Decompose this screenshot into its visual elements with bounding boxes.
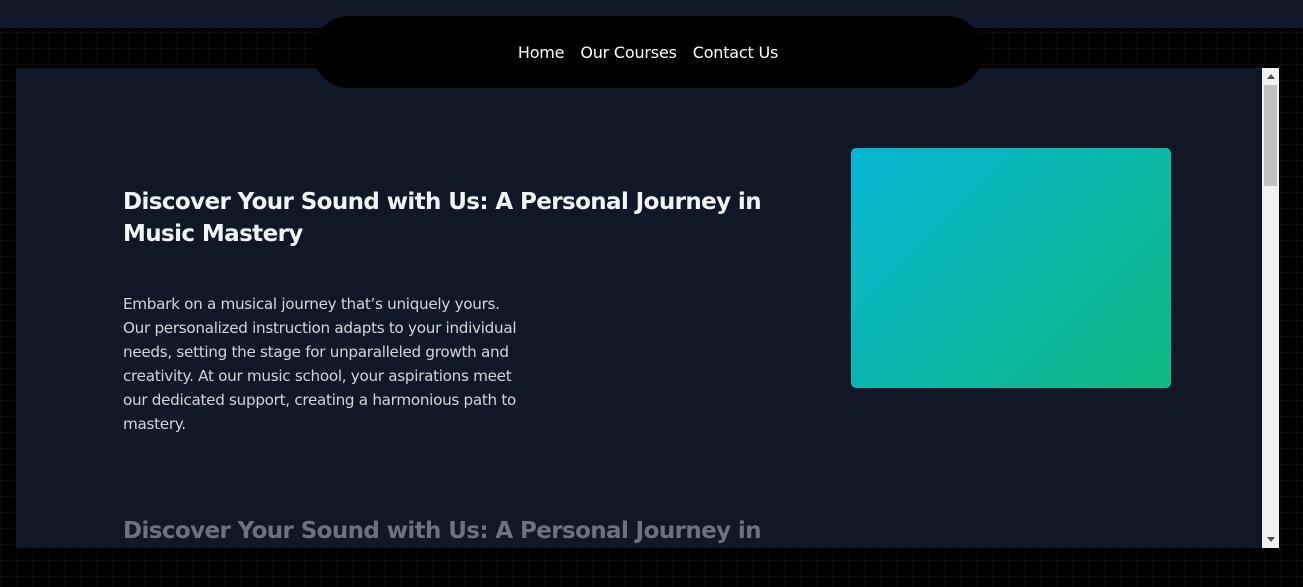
page: Home Our Courses Contact Us Discover You… xyxy=(0,0,1303,587)
nav-link-home[interactable]: Home xyxy=(518,43,565,62)
scroll-down-button[interactable] xyxy=(1262,531,1279,548)
hero-image-placeholder xyxy=(851,148,1171,388)
navbar: Home Our Courses Contact Us xyxy=(313,16,983,88)
scrollbar-thumb[interactable] xyxy=(1264,85,1277,186)
nav-link-contact-us[interactable]: Contact Us xyxy=(693,43,779,62)
vertical-scrollbar[interactable] xyxy=(1262,68,1279,548)
hero-title: Discover Your Sound with Us: A Personal … xyxy=(123,189,762,247)
scroll-up-button[interactable] xyxy=(1262,68,1279,85)
hero-description: Embark on a musical journey that’s uniqu… xyxy=(123,295,517,433)
arrow-up-icon xyxy=(1266,74,1275,79)
next-section-title: Discover Your Sound with Us: A Personal … xyxy=(123,518,762,544)
nav-link-our-courses[interactable]: Our Courses xyxy=(580,43,677,62)
content-panel: Discover Your Sound with Us: A Personal … xyxy=(16,68,1262,548)
arrow-down-icon xyxy=(1266,537,1275,542)
